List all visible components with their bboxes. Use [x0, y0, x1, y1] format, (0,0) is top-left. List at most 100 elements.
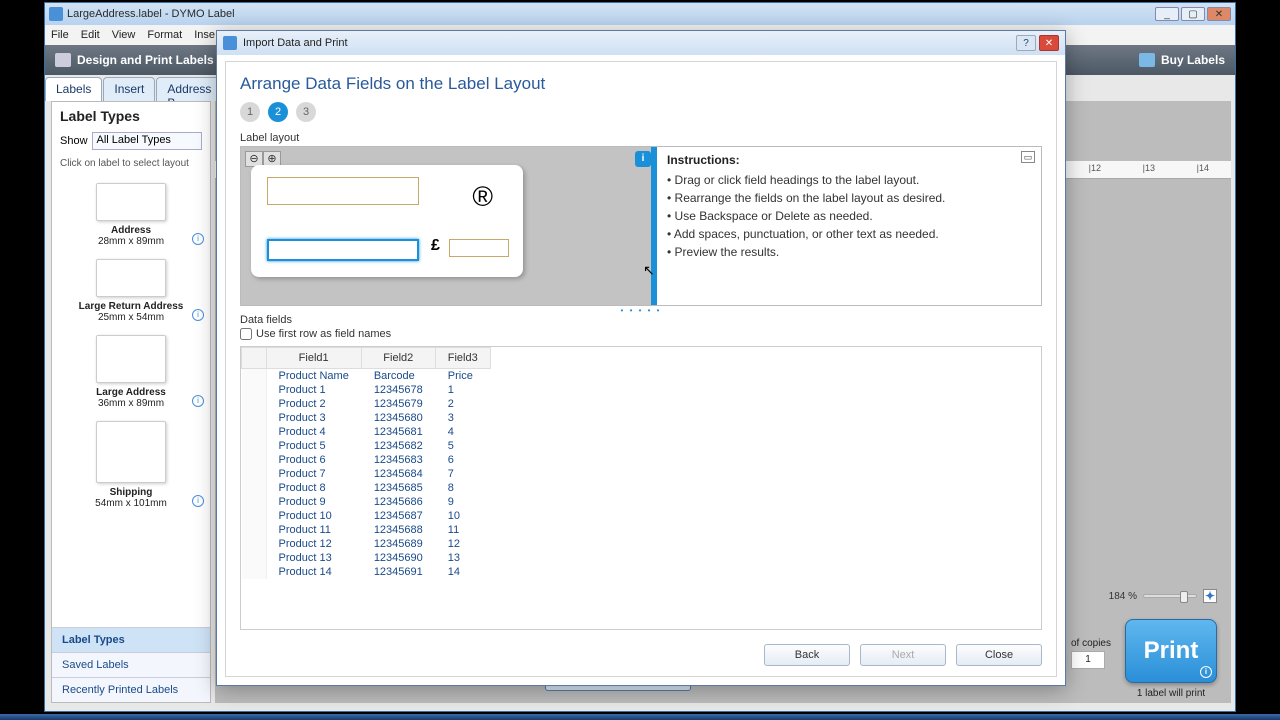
table-cell: Product 7: [266, 467, 361, 481]
table-row[interactable]: Product 3123456803: [242, 411, 491, 425]
table-cell: 12345681: [361, 425, 435, 439]
table-row[interactable]: Product 6123456836: [242, 453, 491, 467]
info-icon[interactable]: i: [1200, 666, 1212, 678]
table-row[interactable]: Product 9123456869: [242, 495, 491, 509]
table-row[interactable]: Product 111234568811: [242, 523, 491, 537]
sidebar: Label Types Show All Label Types Click o…: [51, 101, 211, 703]
tab-addressbook[interactable]: Address B: [156, 77, 222, 101]
dialog-help-button[interactable]: ?: [1016, 35, 1036, 51]
menu-format[interactable]: Format: [147, 29, 182, 41]
titlebar[interactable]: LargeAddress.label - DYMO Label _ ▢ ✕: [45, 3, 1235, 25]
sidebar-footer-types[interactable]: Label Types: [52, 627, 210, 652]
table-cell: Product 2: [266, 397, 361, 411]
table-cell: Product 13: [266, 551, 361, 565]
info-icon[interactable]: i: [192, 495, 204, 507]
layout-field-3[interactable]: [449, 239, 509, 257]
ruler-mark: |14: [1197, 163, 1209, 173]
table-row[interactable]: Product 141234569114: [242, 565, 491, 579]
table-cell: 12345679: [361, 397, 435, 411]
table-cell: 8: [435, 481, 490, 495]
copies-label: of copies: [1071, 638, 1111, 649]
firstrow-checkbox-label[interactable]: Use first row as field names: [240, 328, 1042, 340]
sidebar-title: Label Types: [52, 102, 210, 130]
table-cell: 12345690: [361, 551, 435, 565]
data-fields-table[interactable]: Field1 Field2 Field3 Product NameBarcode…: [240, 346, 1042, 630]
label-thumb: [96, 335, 166, 383]
table-cell: Product 10: [266, 509, 361, 523]
column-header[interactable]: Field3: [435, 348, 490, 369]
column-header[interactable]: Field1: [266, 348, 361, 369]
dialog-close-button[interactable]: ✕: [1039, 35, 1059, 51]
label-preview[interactable]: ® £: [251, 165, 523, 277]
menu-edit[interactable]: Edit: [81, 29, 100, 41]
table-cell: 12345689: [361, 537, 435, 551]
table-row[interactable]: Product 101234568710: [242, 509, 491, 523]
dialog-heading: Arrange Data Fields on the Label Layout: [240, 74, 1042, 94]
currency-symbol: £: [431, 237, 440, 255]
zoom-control: 184 % ✦: [1109, 589, 1217, 603]
table-cell: 12345686: [361, 495, 435, 509]
table-row[interactable]: Product 131234569013: [242, 551, 491, 565]
tab-labels[interactable]: Labels: [45, 77, 102, 101]
label-type-shipping[interactable]: Shipping 54mm x 101mm i: [52, 413, 210, 513]
zoom-fit-button[interactable]: ✦: [1203, 589, 1217, 603]
close-dialog-button[interactable]: Close: [956, 644, 1042, 666]
table-cell: 1: [435, 383, 490, 397]
copies-input[interactable]: 1: [1071, 651, 1105, 669]
menu-view[interactable]: View: [112, 29, 136, 41]
label-type-large-return[interactable]: Large Return Address 25mm x 54mm i: [52, 251, 210, 327]
table-cell: 12345683: [361, 453, 435, 467]
zoom-slider[interactable]: [1143, 594, 1197, 598]
step-1[interactable]: 1: [240, 102, 260, 122]
table-row[interactable]: Product 1123456781: [242, 383, 491, 397]
step-2[interactable]: 2: [268, 102, 288, 122]
info-icon: i: [635, 151, 651, 167]
back-button[interactable]: Back: [764, 644, 850, 666]
instruction-item: Use Backspace or Delete as needed.: [667, 207, 1031, 225]
table-row[interactable]: Product 4123456814: [242, 425, 491, 439]
table-cell: 12345678: [361, 383, 435, 397]
table-cell: 6: [435, 453, 490, 467]
close-button[interactable]: ✕: [1207, 7, 1231, 21]
info-icon[interactable]: i: [192, 395, 204, 407]
label-size: 54mm x 101mm: [95, 498, 167, 509]
label-type-large-address[interactable]: Large Address 36mm x 89mm i: [52, 327, 210, 413]
table-row[interactable]: Product 8123456858: [242, 481, 491, 495]
info-icon[interactable]: i: [192, 309, 204, 321]
sidebar-footer-recent[interactable]: Recently Printed Labels: [52, 677, 210, 702]
firstrow-checkbox[interactable]: [240, 328, 252, 340]
table-cell: 14: [435, 565, 490, 579]
label-thumb: [96, 183, 166, 221]
minimize-button[interactable]: _: [1155, 7, 1179, 21]
print-label: Print: [1144, 637, 1199, 665]
menu-file[interactable]: File: [51, 29, 69, 41]
print-button[interactable]: Print i: [1125, 619, 1217, 683]
table-cell: 7: [435, 467, 490, 481]
table-row[interactable]: Product NameBarcodePrice: [242, 369, 491, 384]
dialog-titlebar[interactable]: Import Data and Print ? ✕: [217, 31, 1065, 55]
maximize-button[interactable]: ▢: [1181, 7, 1205, 21]
column-header[interactable]: Field2: [361, 348, 435, 369]
tab-insert[interactable]: Insert: [103, 77, 155, 101]
table-row[interactable]: Product 121234568912: [242, 537, 491, 551]
table-cell: 3: [435, 411, 490, 425]
layout-field-1[interactable]: [267, 177, 419, 205]
table-row[interactable]: Product 7123456847: [242, 467, 491, 481]
taskbar[interactable]: [0, 714, 1280, 720]
panel-close-icon[interactable]: ▭: [1021, 151, 1035, 163]
table-cell: Barcode: [361, 369, 435, 384]
label-type-filter[interactable]: All Label Types: [92, 132, 202, 150]
table-row[interactable]: Product 5123456825: [242, 439, 491, 453]
layout-field-2-selected[interactable]: [267, 239, 419, 261]
label-type-address[interactable]: Address 28mm x 89mm i: [52, 175, 210, 251]
table-row[interactable]: Product 2123456792: [242, 397, 491, 411]
zoom-value: 184 %: [1109, 591, 1137, 602]
buy-labels-button[interactable]: Buy Labels: [1139, 53, 1225, 67]
next-button[interactable]: Next: [860, 644, 946, 666]
step-3[interactable]: 3: [296, 102, 316, 122]
info-icon[interactable]: i: [192, 233, 204, 245]
dialog-icon: [223, 36, 237, 50]
menu-insert[interactable]: Inse: [194, 29, 215, 41]
sidebar-footer-saved[interactable]: Saved Labels: [52, 652, 210, 677]
table-cell: Product 4: [266, 425, 361, 439]
